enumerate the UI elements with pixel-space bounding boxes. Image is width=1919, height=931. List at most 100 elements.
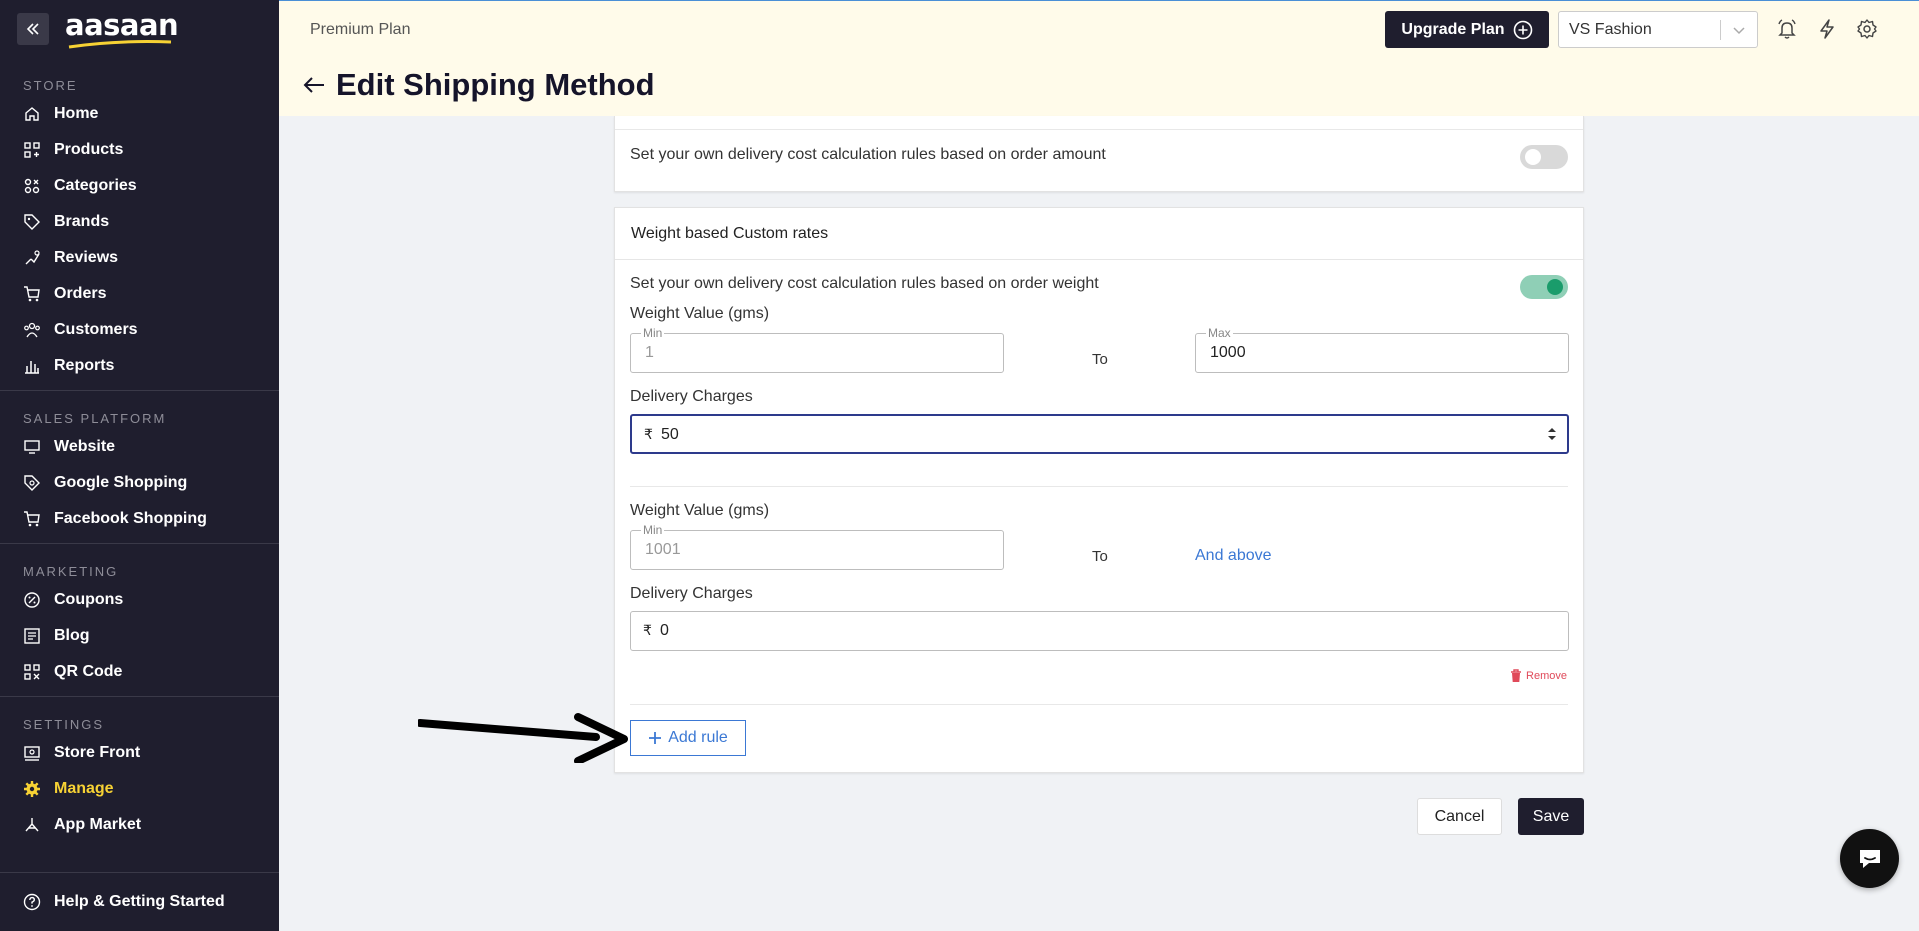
help-label: Help & Getting Started: [54, 893, 225, 910]
sidebar-item-reviews[interactable]: Reviews: [0, 240, 279, 276]
section-title-marketing: MARKETING: [23, 564, 119, 579]
sidebar-item-categories[interactable]: Categories: [0, 168, 279, 204]
sidebar-item-label: Brands: [54, 213, 110, 230]
sidebar-item-label: QR Code: [54, 663, 123, 680]
save-button[interactable]: Save: [1518, 798, 1584, 835]
sidebar-item-label: Coupons: [54, 591, 124, 608]
sidebar-item-blog[interactable]: Blog: [0, 618, 279, 654]
order-amount-rates-card: Set your own delivery cost calculation r…: [614, 116, 1584, 192]
sidebar-item-label: App Market: [54, 816, 142, 833]
sidebar-item-google-shopping[interactable]: Google Shopping: [0, 465, 279, 501]
rule-1-charge-value: 50: [661, 426, 679, 443]
app-market-icon: [23, 816, 41, 834]
rule-1-max-value: 1000: [1210, 344, 1246, 361]
sidebar-item-label: Orders: [54, 285, 107, 302]
help-getting-started[interactable]: Help & Getting Started: [0, 872, 279, 931]
page-title: Edit Shipping Method: [336, 67, 655, 102]
upgrade-plan-button[interactable]: Upgrade Plan: [1385, 11, 1549, 48]
rule-1-charge-input[interactable]: ₹ 50: [630, 414, 1569, 454]
notifications-button[interactable]: [1776, 18, 1798, 45]
divider: [1720, 20, 1721, 40]
section-title-settings: SETTINGS: [23, 717, 105, 732]
remove-label: Remove: [1526, 670, 1567, 682]
grid-icon: [23, 141, 41, 159]
coupon-icon: [23, 591, 41, 609]
rule-1-min-input[interactable]: Min 1: [630, 326, 1004, 373]
gear-icon: [23, 780, 41, 798]
remove-rule-button[interactable]: Remove: [1510, 669, 1567, 683]
cancel-button[interactable]: Cancel: [1417, 798, 1502, 835]
weight-value-label: Weight Value (gms): [630, 502, 770, 519]
sidebar-item-reports[interactable]: Reports: [0, 348, 279, 384]
order-amount-description: Set your own delivery cost calculation r…: [630, 146, 1106, 163]
upgrade-plan-label: Upgrade Plan: [1401, 20, 1505, 38]
chat-widget-button[interactable]: [1840, 829, 1899, 888]
stepper-arrows-icon[interactable]: [1547, 426, 1557, 442]
delivery-charges-label: Delivery Charges: [630, 585, 753, 602]
double-chevron-left-icon: [26, 23, 39, 35]
rule-1-max-input[interactable]: Max 1000: [1195, 326, 1569, 373]
sidebar-item-coupons[interactable]: Coupons: [0, 582, 279, 618]
section-title-sales-platform: SALES PLATFORM: [23, 411, 167, 426]
chat-icon: [1859, 849, 1880, 868]
sidebar-item-brands[interactable]: Brands: [0, 204, 279, 240]
qr-code-icon: [23, 663, 41, 681]
sidebar-item-store-front[interactable]: Store Front: [0, 735, 279, 771]
sidebar-item-label: Store Front: [54, 744, 141, 761]
add-rule-button[interactable]: Add rule: [630, 720, 746, 756]
sidebar-item-qr-code[interactable]: QR Code: [0, 654, 279, 690]
store-name: VS Fashion: [1569, 20, 1652, 38]
sidebar-item-home[interactable]: Home: [0, 96, 279, 132]
blog-icon: [23, 627, 41, 645]
min-legend: Min: [641, 326, 665, 340]
weight-rates-toggle[interactable]: [1520, 275, 1568, 299]
add-rule-label: Add rule: [668, 729, 728, 746]
gear-icon: [1857, 19, 1877, 39]
sidebar-item-label: Facebook Shopping: [54, 510, 207, 527]
toggle-knob: [1525, 149, 1541, 165]
weight-value-label: Weight Value (gms): [630, 305, 770, 322]
cart-icon: [23, 510, 41, 528]
sidebar-item-orders[interactable]: Orders: [0, 276, 279, 312]
annotation-arrow-icon: [418, 713, 628, 763]
sidebar-item-customers[interactable]: Customers: [0, 312, 279, 348]
logo[interactable]: aasaan: [65, 9, 179, 49]
collapse-sidebar-button[interactable]: [17, 13, 49, 45]
plan-label: Premium Plan: [310, 21, 411, 38]
arrow-left-icon: [303, 77, 324, 93]
sidebar-item-app-market[interactable]: App Market: [0, 807, 279, 843]
home-icon: [23, 105, 41, 123]
rule-2-charge-value: 0: [660, 622, 669, 639]
quick-actions-button[interactable]: [1816, 18, 1838, 45]
rule-1-min-value: 1: [645, 344, 654, 361]
sidebar-item-label: Blog: [54, 627, 90, 644]
order-amount-toggle[interactable]: [1520, 145, 1568, 169]
header: Premium Plan Edit Shipping Method Upgrad…: [279, 0, 1919, 116]
sidebar-item-products[interactable]: Products: [0, 132, 279, 168]
users-icon: [23, 321, 41, 339]
weight-rates-description: Set your own delivery cost calculation r…: [630, 275, 1099, 292]
back-button[interactable]: [302, 75, 326, 100]
categories-icon: [23, 177, 41, 195]
weight-rates-card: Weight based Custom rates Set your own d…: [614, 207, 1584, 773]
currency-symbol: ₹: [643, 622, 652, 638]
plus-icon: [649, 732, 662, 744]
store-select[interactable]: VS Fashion: [1558, 11, 1758, 48]
sidebar-item-label: Reviews: [54, 249, 119, 266]
settings-button[interactable]: [1856, 18, 1878, 45]
max-legend: Max: [1206, 326, 1233, 340]
rule-2-charge-input[interactable]: ₹ 0: [630, 611, 1569, 651]
sidebar-item-facebook-shopping[interactable]: Facebook Shopping: [0, 501, 279, 537]
bell-icon: [1778, 19, 1796, 39]
sidebar-item-manage[interactable]: Manage: [0, 771, 279, 807]
help-icon: [23, 893, 41, 911]
rule-2-min-value: 1001: [645, 541, 681, 558]
to-label: To: [1092, 351, 1108, 368]
rule-2-min-input[interactable]: Min 1001: [630, 523, 1004, 570]
sidebar-item-website[interactable]: Website: [0, 429, 279, 465]
store-front-icon: [23, 744, 41, 762]
tag-icon: [23, 213, 41, 231]
plus-circle-icon: [1513, 20, 1532, 39]
sidebar-item-label: Manage: [54, 780, 114, 797]
divider: [630, 486, 1568, 487]
